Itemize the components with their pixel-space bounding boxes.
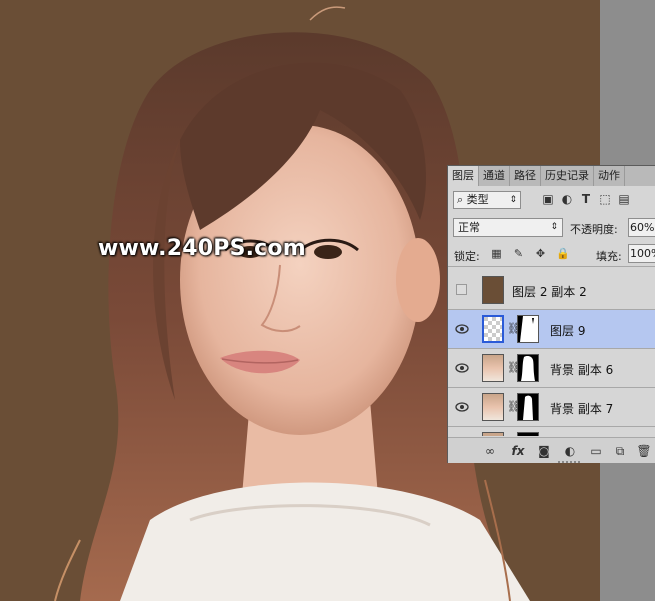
eye-icon[interactable] — [455, 323, 469, 335]
layer-row[interactable]: ⛓ 背景 副本 7 — [448, 388, 655, 427]
layer-thumbnail — [482, 393, 504, 421]
new-layer-icon[interactable]: ⧉ — [612, 443, 628, 459]
new-group-icon[interactable]: ▭ — [588, 443, 604, 459]
tab-channels[interactable]: 通道 — [479, 166, 510, 186]
layer-thumbnail — [482, 276, 504, 304]
opacity-label: 不透明度: — [570, 223, 618, 236]
tab-history[interactable]: 历史记录 — [541, 166, 594, 186]
layer-actions-bar: ∞ fx ◙ ◐ ▭ ⧉ 🗑 — [448, 437, 655, 463]
lock-transparent-icon[interactable]: ▦ — [490, 247, 503, 260]
blend-row: 正常 ⇕ 不透明度: 60% — [448, 216, 655, 240]
resize-grip[interactable] — [558, 461, 580, 463]
layer-mask-thumbnail[interactable] — [517, 393, 539, 421]
lock-label: 锁定: — [454, 250, 480, 263]
tab-actions[interactable]: 动作 — [594, 166, 625, 186]
layer-name: 图层 9 — [550, 324, 586, 338]
mask-shape — [521, 356, 535, 381]
blend-mode-select[interactable]: 正常 ⇕ — [453, 218, 563, 237]
layer-row-partial[interactable] — [448, 427, 655, 436]
blend-mode-label: 正常 — [458, 221, 480, 234]
tab-paths[interactable]: 路径 — [510, 166, 541, 186]
lock-paint-icon[interactable]: ✎ — [512, 247, 525, 260]
lock-move-icon[interactable]: ✥ — [534, 247, 547, 260]
fx-icon[interactable]: fx — [510, 443, 526, 459]
lock-all-icon[interactable]: 🔒 — [556, 247, 570, 260]
layer-row[interactable]: 图层 2 副本 2 — [448, 271, 655, 310]
shape-filter-icon[interactable]: ⬚ — [598, 192, 612, 206]
filter-row: ⌕ 类型 ⇕ ▣ ◐ T ⬚ ▤ — [448, 188, 655, 214]
layer-thumbnail — [482, 354, 504, 382]
add-mask-icon[interactable]: ◙ — [536, 443, 552, 459]
chevron-updown-icon: ⇕ — [509, 195, 517, 205]
lock-row: 锁定: ▦ ✎ ✥ 🔒 填充: 100% — [448, 242, 655, 267]
layer-name: 背景 副本 6 — [550, 363, 614, 377]
chevron-updown-icon: ⇕ — [550, 222, 558, 232]
link-layers-icon[interactable]: ∞ — [482, 443, 498, 459]
adjustment-layer-icon[interactable]: ◐ — [562, 443, 578, 459]
fill-input[interactable]: 100% — [628, 244, 655, 263]
mask-shape — [518, 316, 534, 342]
tab-layers[interactable]: 图层 — [448, 166, 479, 186]
opacity-input[interactable]: 60% — [628, 218, 655, 237]
layers-panel: 图层 通道 路径 历史记录 动作 ⌕ 类型 ⇕ ▣ ◐ T ⬚ ▤ 正常 ⇕ 不… — [447, 165, 655, 463]
visibility-off-box[interactable] — [456, 284, 467, 295]
layer-row-selected[interactable]: ⛓ 图层 9 — [448, 310, 655, 349]
smart-object-filter-icon[interactable]: ▤ — [617, 192, 631, 206]
search-icon: ⌕ — [457, 193, 467, 206]
layer-mask-thumbnail[interactable] — [517, 432, 539, 436]
image-filter-icon[interactable]: ▣ — [541, 192, 555, 206]
filter-kind-label: 类型 — [466, 193, 489, 206]
layer-thumbnail — [482, 315, 504, 343]
mask-shape — [523, 395, 533, 420]
filter-kind-select[interactable]: ⌕ 类型 ⇕ — [453, 191, 521, 209]
layer-name: 图层 2 副本 2 — [512, 285, 587, 299]
layer-row[interactable]: ⛓ 背景 副本 6 — [448, 349, 655, 388]
panel-tabs: 图层 通道 路径 历史记录 动作 — [448, 166, 655, 186]
trash-icon[interactable]: 🗑 — [636, 443, 652, 459]
fill-label: 填充: — [596, 250, 622, 263]
layer-list: 图层 2 副本 2 ⛓ 图层 9 ⛓ 背景 副本 6 ⛓ 背景 副本 7 — [448, 271, 655, 436]
type-filter-icon[interactable]: T — [579, 192, 593, 206]
adjustment-filter-icon[interactable]: ◐ — [560, 192, 574, 206]
layer-thumbnail — [482, 432, 504, 436]
layer-name: 背景 副本 7 — [550, 402, 614, 416]
layer-mask-thumbnail[interactable] — [517, 315, 539, 343]
eye-icon[interactable] — [455, 401, 469, 413]
eye-icon[interactable] — [455, 362, 469, 374]
layer-mask-thumbnail[interactable] — [517, 354, 539, 382]
watermark-text: www.240PS.com — [98, 236, 306, 261]
